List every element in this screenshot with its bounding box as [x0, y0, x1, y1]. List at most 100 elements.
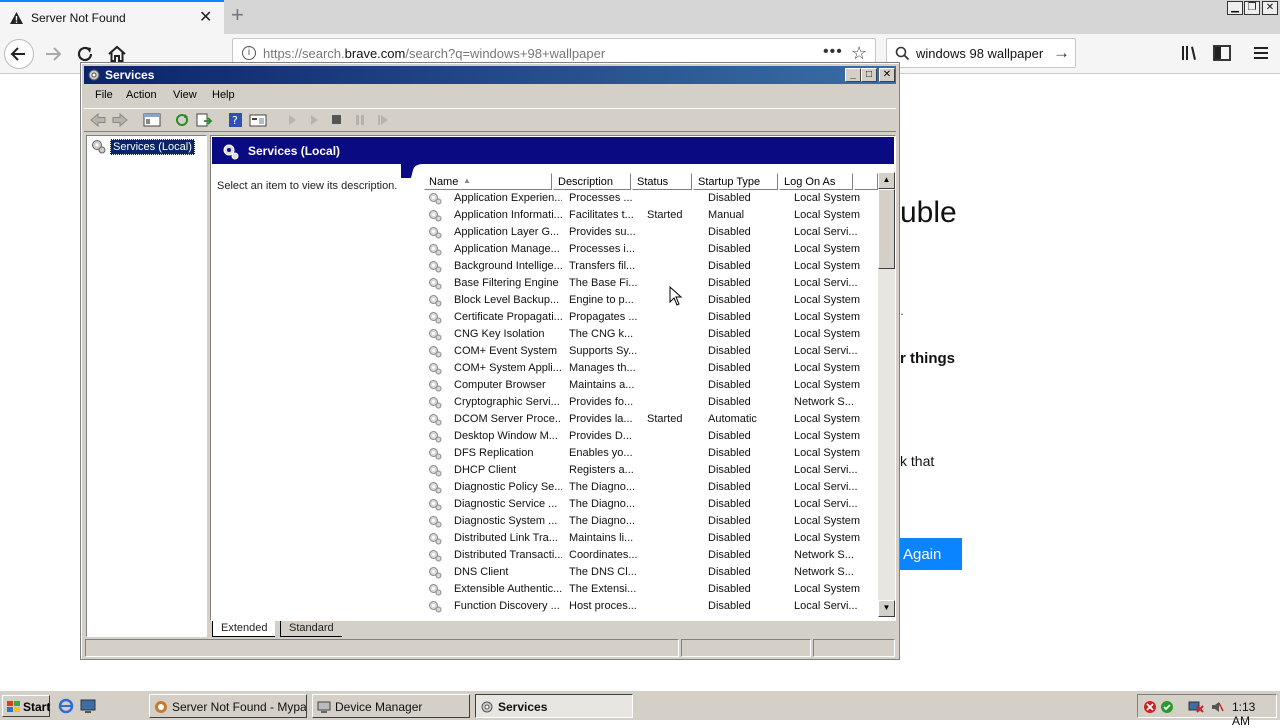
service-row[interactable]: Cryptographic Servi... Provides fo... Disa… [424, 394, 876, 411]
services-title-bar[interactable]: Services _ □ ✕ [84, 66, 896, 84]
service-row[interactable]: Extensible Authentic... The Extensi... Dis… [424, 581, 876, 598]
network-error-icon[interactable] [1143, 700, 1157, 714]
service-row[interactable]: CNG Key Isolation The CNG k... Disabled Loc… [424, 326, 876, 343]
menu-view[interactable]: View [173, 89, 197, 101]
service-row[interactable]: Desktop Window M... Provides D... Disabled… [424, 428, 876, 445]
menu-action[interactable]: Action [126, 89, 157, 101]
library-icon[interactable] [1180, 44, 1200, 62]
scroll-up-icon[interactable]: ▲ [878, 172, 895, 189]
service-gear-icon [428, 345, 442, 358]
play-alt-icon[interactable] [305, 112, 323, 128]
service-log-on-as: Local System [794, 294, 861, 306]
forward-icon[interactable] [38, 39, 68, 69]
page-actions-icon[interactable]: ••• [823, 43, 843, 61]
service-row[interactable]: Function Discovery ... Host proces... Disa… [424, 598, 876, 615]
menu-help[interactable]: Help [212, 89, 235, 101]
menu-file[interactable]: File [95, 89, 113, 101]
internet-explorer-icon[interactable] [58, 698, 74, 714]
column-startup-type[interactable]: Startup Type [693, 173, 778, 190]
window-close-icon[interactable]: ✕ [1262, 1, 1278, 15]
service-row[interactable]: Application Manage... Processes i... Disab… [424, 241, 876, 258]
service-row[interactable]: Diagnostic Policy Se... The Diagno... Disa… [424, 479, 876, 496]
play-icon[interactable] [283, 112, 301, 128]
system-tray: 1:13 AM [1137, 694, 1277, 728]
service-row[interactable]: COM+ System Appli... Manages th... Disable… [424, 360, 876, 377]
refresh-icon[interactable] [173, 112, 191, 128]
service-row[interactable]: Distributed Transacti... Coordinates... Di… [424, 547, 876, 564]
new-tab-icon[interactable]: + [231, 4, 244, 26]
mypal-icon [154, 700, 168, 714]
tab-standard[interactable]: Standard [280, 621, 342, 637]
stop-icon[interactable] [328, 112, 346, 128]
minimize-button[interactable]: _ [845, 68, 861, 82]
search-box[interactable]: windows 98 wallpaper → [886, 38, 1076, 68]
column-log-on-as[interactable]: Log On As [779, 173, 853, 190]
export-list-icon[interactable] [195, 112, 213, 128]
service-row[interactable]: Background Intellige... Transfers fil... D… [424, 258, 876, 275]
column-status[interactable]: Status [632, 173, 692, 190]
warning-icon [9, 11, 24, 25]
volume-icon[interactable] [1210, 700, 1224, 714]
properties-icon[interactable] [249, 112, 267, 128]
maximize-button[interactable]: □ [861, 68, 877, 82]
vertical-scrollbar[interactable]: ▲ ▼ [878, 172, 895, 617]
menu-icon[interactable] [1251, 44, 1271, 62]
search-input[interactable]: windows 98 wallpaper [916, 46, 1043, 61]
service-description: The Extensi... [569, 583, 637, 595]
network-status-icon[interactable] [1188, 700, 1204, 714]
close-button[interactable]: ✕ [879, 68, 895, 82]
service-row[interactable]: Diagnostic Service ... The Diagno... Disab… [424, 496, 876, 513]
service-row[interactable]: DHCP Client Registers a... Disabled Local S… [424, 462, 876, 479]
browser-tab[interactable]: Server Not Found ✕ [0, 0, 224, 34]
service-row[interactable]: Certificate Propagati... Propagates ... Di… [424, 309, 876, 326]
tab-extended[interactable]: Extended [212, 621, 276, 637]
taskbar-button-device-manager[interactable]: Device Manager [312, 694, 470, 718]
show-hide-tree-icon[interactable] [143, 112, 161, 128]
restart-icon[interactable] [374, 112, 392, 128]
go-icon[interactable]: → [1053, 43, 1070, 63]
service-row[interactable]: Diagnostic System ... The Diagno... Disabl… [424, 513, 876, 530]
star-icon[interactable]: ☆ [851, 43, 867, 64]
service-row[interactable]: DNS Client The DNS Cl... Disabled Network S… [424, 564, 876, 581]
service-description: The CNG k... [569, 328, 634, 340]
help-icon[interactable]: ? [227, 112, 245, 128]
close-icon[interactable]: ✕ [199, 10, 212, 26]
menu-bar: File Action View Help [84, 86, 896, 106]
service-row[interactable]: Application Layer G... Provides su... Disa… [424, 224, 876, 241]
service-row[interactable]: DFS Replication Enables yo... Disabled Loca… [424, 445, 876, 462]
sidebar-icon[interactable] [1212, 44, 1232, 62]
service-row[interactable]: Computer Browser Maintains a... Disabled Lo… [424, 377, 876, 394]
service-row[interactable]: DCOM Server Proce... Provides la... Starte… [424, 411, 876, 428]
column-description[interactable]: Description [553, 173, 631, 190]
scroll-thumb[interactable] [878, 189, 895, 269]
service-description: The Diagno... [569, 481, 636, 493]
back-arrow-icon[interactable] [89, 112, 107, 128]
back-icon[interactable] [4, 39, 34, 69]
status-cell-main [85, 639, 679, 657]
start-button[interactable]: Start [2, 695, 50, 717]
column-name[interactable]: Name ▲ [424, 173, 552, 190]
minimize-icon[interactable]: ▁ [1227, 1, 1243, 15]
service-row[interactable]: Distributed Link Tra... Maintains li... Di… [424, 530, 876, 547]
info-icon[interactable]: i [242, 46, 256, 60]
service-row[interactable]: COM+ Event System Supports Sy... Disabled L… [424, 343, 876, 360]
service-row[interactable]: Base Filtering Engine The Base Fi... Disab… [424, 275, 876, 292]
taskbar-button-services[interactable]: Services [475, 694, 633, 718]
service-startup-type: Disabled [708, 396, 751, 408]
service-name: DFS Replication [454, 447, 534, 459]
taskbar-button-browser[interactable]: Server Not Found - Mypal [149, 694, 307, 718]
pause-icon[interactable] [351, 112, 369, 128]
try-again-button[interactable]: Again [893, 538, 962, 570]
service-row[interactable]: Application Experien... Processes ... Disa… [424, 190, 876, 207]
security-icon[interactable] [1160, 700, 1174, 714]
service-name: Application Informati... [454, 209, 562, 221]
forward-arrow-icon[interactable] [111, 112, 129, 128]
scroll-down-icon[interactable]: ▼ [878, 600, 895, 617]
service-name: Diagnostic Service ... [454, 498, 558, 510]
service-row[interactable]: Application Informati... Facilitates t...… [424, 207, 876, 224]
service-startup-type: Disabled [708, 515, 751, 527]
service-row[interactable]: Block Level Backup... Engine to p... Disab… [424, 292, 876, 309]
show-desktop-icon[interactable] [80, 698, 96, 714]
services-header: Services (Local) [212, 137, 894, 164]
restore-icon[interactable]: ❐ [1244, 1, 1260, 15]
